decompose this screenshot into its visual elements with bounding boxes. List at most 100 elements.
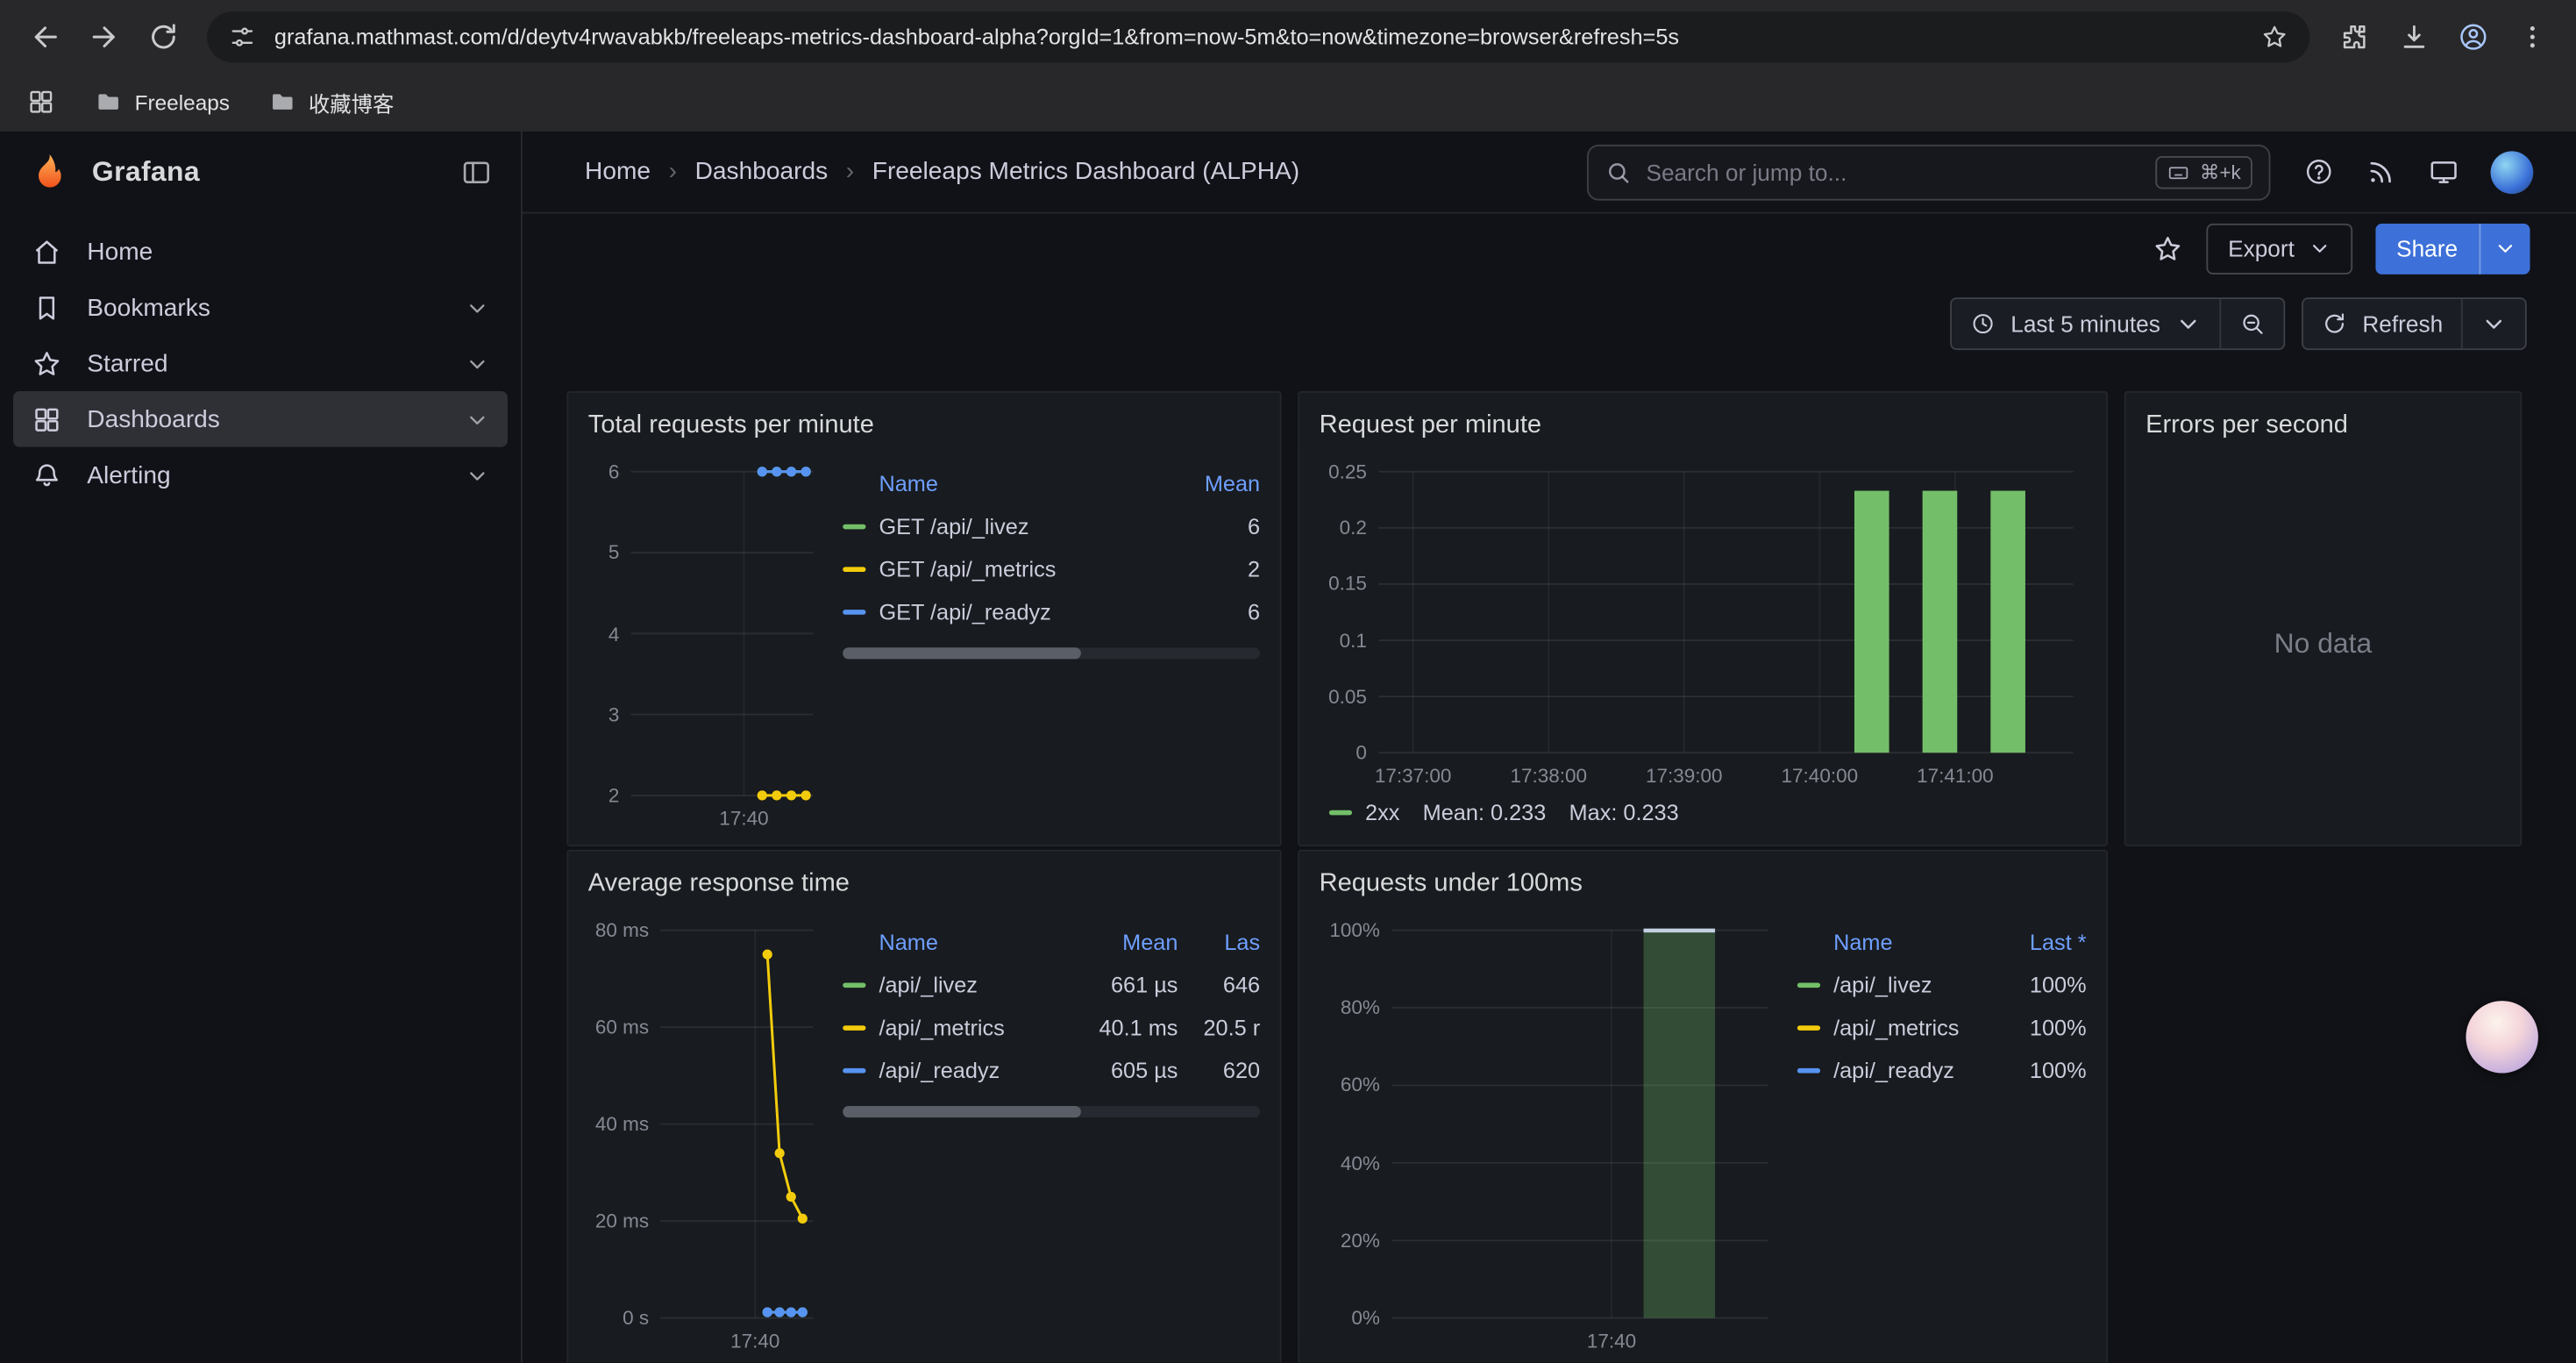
breadcrumb-separator	[846, 158, 854, 186]
reload-button[interactable]	[135, 8, 191, 64]
panel-title[interactable]: Total requests per minute	[588, 406, 1260, 455]
bookmark-star-icon[interactable]	[2260, 22, 2288, 50]
legend-series-last: 20.5 r	[1178, 1015, 1260, 1039]
rss-icon[interactable]	[2366, 156, 2397, 188]
url-text[interactable]: grafana.mathmast.com/d/deytv4rwavabkb/fr…	[274, 24, 2243, 48]
export-button[interactable]: Export	[2207, 223, 2352, 274]
series-color-dash	[843, 1024, 865, 1030]
legend-scrollbar[interactable]	[843, 1106, 1260, 1117]
refresh-interval-button[interactable]	[2461, 299, 2525, 348]
folder-icon	[269, 89, 295, 115]
breadcrumb: Home Dashboards Freeleaps Metrics Dashbo…	[585, 158, 1299, 186]
legend-series-mean: 605 µs	[1063, 1058, 1178, 1082]
monitor-icon[interactable]	[2428, 156, 2459, 188]
legend-header-last[interactable]: Last *	[1984, 930, 2086, 954]
legend-scrollbar-thumb[interactable]	[843, 1106, 1080, 1117]
legend-header-last[interactable]: Las	[1178, 930, 1260, 954]
chevron-down-icon	[2175, 310, 2202, 337]
panel-title[interactable]: Requests under 100ms	[1320, 865, 2087, 914]
favorite-star-button[interactable]	[2153, 232, 2184, 264]
bookmark-folder-freeleaps[interactable]: Freeleaps	[96, 89, 230, 115]
legend-row[interactable]: /api/_readyz 605 µs 620	[843, 1048, 1260, 1091]
total-requests-chart[interactable]: 6543217:40	[588, 455, 827, 831]
legend-row[interactable]: /api/_livez 100%	[1797, 963, 2087, 1006]
sidebar-item-starred[interactable]: Starred	[13, 335, 508, 391]
breadcrumb-dashboards[interactable]: Dashboards	[695, 158, 829, 186]
legend-row[interactable]: /api/_livez 661 µs 646	[843, 963, 1260, 1006]
assistant-avatar[interactable]	[2466, 1001, 2537, 1073]
legend-row[interactable]: /api/_metrics 100%	[1797, 1006, 2087, 1049]
chart-plot	[588, 914, 827, 1354]
bookmark-label: 收藏博客	[309, 86, 394, 118]
browser-menu-button[interactable]	[2504, 8, 2560, 64]
bookmark-label: Freeleaps	[135, 89, 230, 114]
legend-header-name[interactable]: Name	[879, 471, 1164, 496]
legend-series-last: 100%	[1984, 1058, 2086, 1082]
zoom-out-magnifier-icon	[2239, 310, 2266, 337]
share-menu-button[interactable]	[2479, 223, 2530, 274]
sidebar-item-home[interactable]: Home	[13, 224, 508, 280]
chart-plot	[1320, 455, 2087, 789]
legend-row[interactable]: GET /api/_livez 6	[843, 504, 1260, 547]
chevron-down-icon[interactable]	[465, 295, 489, 319]
panel-legend: Name Mean GET /api/_livez 6 GET /api/_me…	[843, 455, 1260, 831]
legend-series-name: /api/_metrics	[1833, 1015, 1984, 1039]
legend-header-name[interactable]: Name	[1833, 930, 1984, 954]
legend-series-mean: 40.1 ms	[1063, 1015, 1178, 1039]
legend-row[interactable]: GET /api/_readyz 6	[843, 590, 1260, 633]
back-button[interactable]	[17, 8, 73, 64]
refresh-button[interactable]: Refresh	[2303, 299, 2461, 348]
site-settings-icon[interactable]	[228, 22, 256, 50]
share-button[interactable]: Share	[2375, 223, 2480, 274]
panel-request-per-minute: Request per minute 0.250.20.150.10.05017…	[1298, 391, 2108, 846]
time-range-picker[interactable]: Last 5 minutes	[1952, 299, 2220, 348]
bell-icon	[32, 460, 63, 491]
help-icon[interactable]	[2303, 156, 2335, 188]
legend-row[interactable]: /api/_metrics 40.1 ms 20.5 r	[843, 1006, 1260, 1049]
legend-series-name: /api/_livez	[879, 972, 1063, 996]
extensions-button[interactable]	[2326, 8, 2382, 64]
header-icons	[2303, 150, 2533, 193]
requests-under-100ms-chart[interactable]: 100%80%60%40%20%0%17:40	[1320, 914, 1782, 1354]
search-shortcut-text: ⌘+k	[2200, 161, 2241, 183]
series-color-dash	[843, 1067, 865, 1073]
profile-button[interactable]	[2444, 8, 2501, 64]
legend-item-2xx[interactable]: 2xx	[1329, 800, 1400, 824]
chevron-down-icon[interactable]	[465, 407, 489, 432]
sidebar-item-alerting[interactable]: Alerting	[13, 447, 508, 503]
sidebar-item-dashboards[interactable]: Dashboards	[13, 391, 508, 447]
legend-row[interactable]: /api/_readyz 100%	[1797, 1048, 2087, 1091]
apps-grid-icon[interactable]	[26, 87, 56, 117]
downloads-button[interactable]	[2386, 8, 2442, 64]
share-split-button: Share	[2375, 223, 2530, 274]
address-bar[interactable]: grafana.mathmast.com/d/deytv4rwavabkb/fr…	[207, 11, 2309, 61]
chevron-down-icon[interactable]	[465, 351, 489, 375]
panel-title[interactable]: Average response time	[588, 865, 1260, 914]
chevron-down-icon[interactable]	[465, 462, 489, 487]
request-per-minute-chart[interactable]: 0.250.20.150.10.05017:37:0017:38:0017:39…	[1320, 455, 2087, 789]
panel-title[interactable]: Errors per second	[2145, 406, 2501, 455]
search-shortcut-badge: ⌘+k	[2155, 155, 2252, 188]
legend-header-mean[interactable]: Mean	[1164, 471, 1260, 496]
profile-avatar-icon	[2457, 20, 2488, 52]
sidebar: Grafana Home Bookmarks Starred	[0, 132, 523, 1362]
panel-title[interactable]: Request per minute	[1320, 406, 2087, 455]
legend-row[interactable]: GET /api/_metrics 2	[843, 547, 1260, 590]
legend-scrollbar[interactable]	[843, 647, 1260, 659]
legend-header-mean[interactable]: Mean	[1063, 930, 1178, 954]
chevron-down-icon	[2308, 237, 2330, 260]
zoom-out-button[interactable]	[2219, 299, 2283, 348]
bookmark-folder-blog[interactable]: 收藏博客	[269, 86, 394, 118]
average-response-time-chart[interactable]: 80 ms60 ms40 ms20 ms0 s17:40	[588, 914, 827, 1354]
user-avatar[interactable]	[2491, 150, 2534, 193]
search-input[interactable]	[1646, 159, 2140, 185]
forward-button[interactable]	[75, 8, 132, 64]
grafana-logo-icon[interactable]	[28, 151, 71, 194]
search-box[interactable]: ⌘+k	[1587, 144, 2270, 200]
sidebar-item-bookmarks[interactable]: Bookmarks	[13, 280, 508, 336]
legend-header-name[interactable]: Name	[879, 930, 1063, 954]
legend-scrollbar-thumb[interactable]	[843, 647, 1080, 659]
breadcrumb-home[interactable]: Home	[585, 158, 651, 186]
share-label: Share	[2396, 235, 2458, 261]
dock-sidebar-toggle-icon[interactable]	[460, 156, 493, 189]
